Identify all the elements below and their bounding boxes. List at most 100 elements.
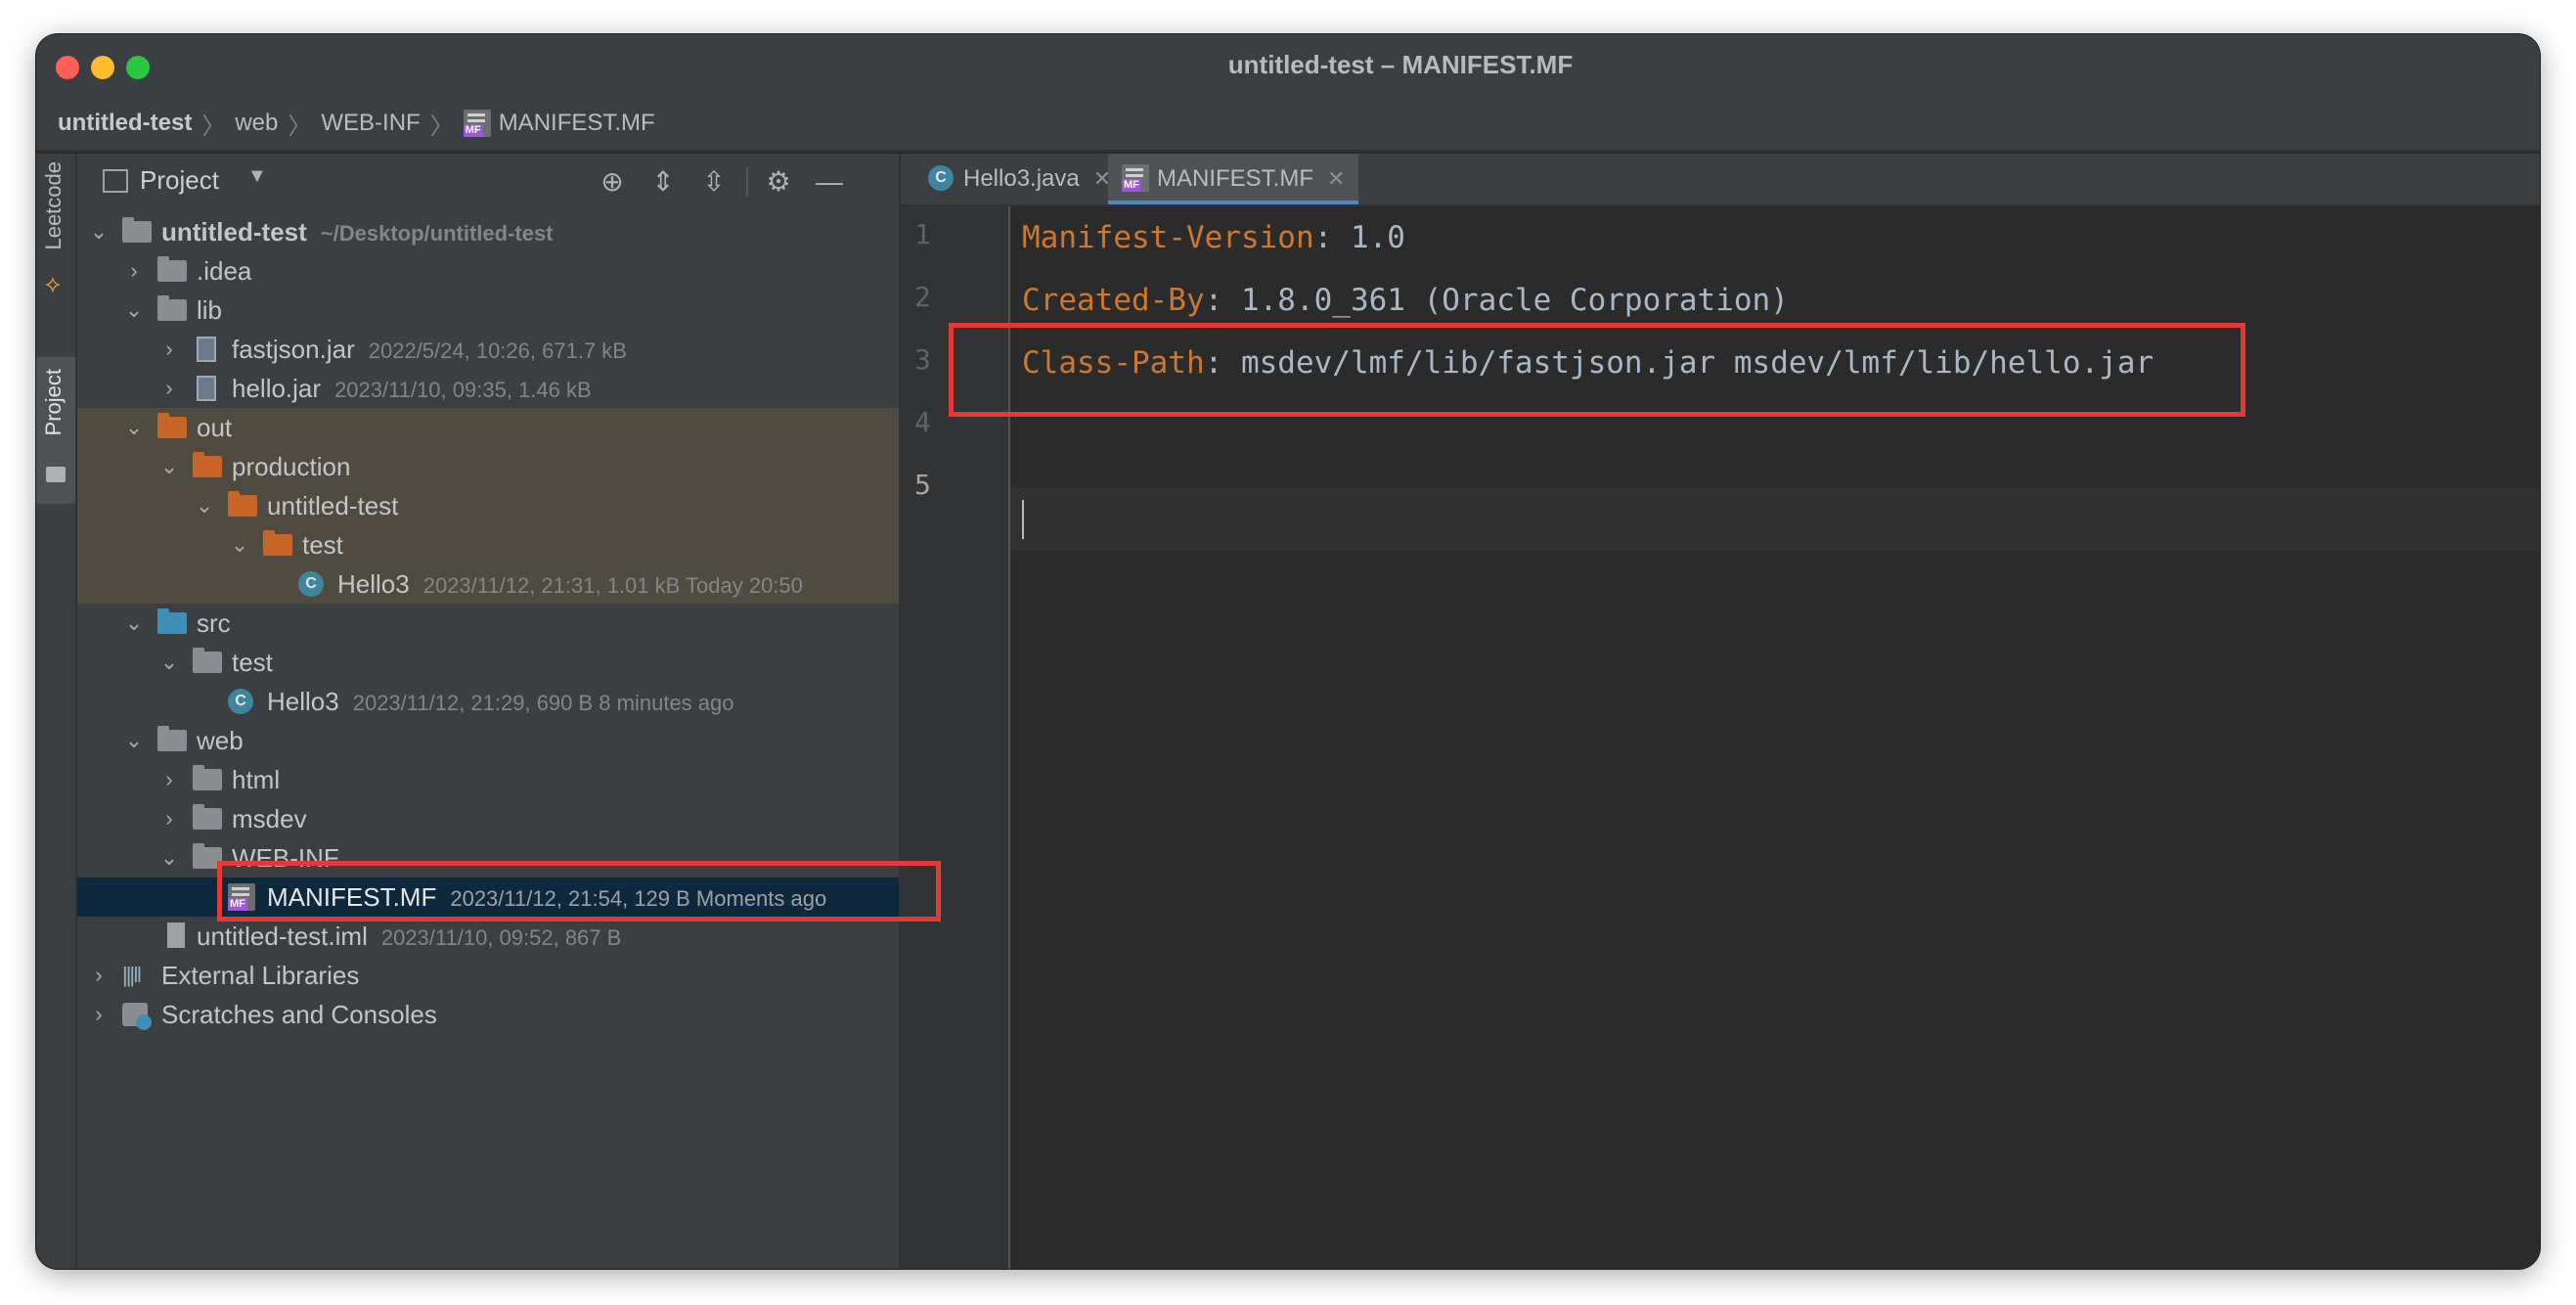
text-caret xyxy=(1022,500,1024,539)
highlight-box-class-path xyxy=(949,323,2245,417)
project-panel-header: Project ▼ ⊕ ⇕ ⇳ ⚙ — xyxy=(77,154,899,210)
tree-node-src-test[interactable]: ⌄ test xyxy=(77,643,899,682)
breadcrumb-separator: 〉 xyxy=(201,112,226,140)
tree-node-out[interactable]: ⌄ out xyxy=(77,408,899,447)
breadcrumb-item-manifest[interactable]: MF MANIFEST.MF xyxy=(463,110,655,137)
tree-node-lib[interactable]: ⌄ lib xyxy=(77,291,899,330)
tree-node-hello-jar[interactable]: › hello.jar 2023/11/10, 09:35, 1.46 kB xyxy=(77,369,899,408)
tree-node-label: untitled-test.iml 2023/11/10, 09:52, 867 … xyxy=(197,917,621,958)
module-file-icon xyxy=(167,922,185,948)
libraries-icon: |||‖ xyxy=(122,963,142,987)
project-tool-button[interactable]: Project xyxy=(36,357,75,504)
breadcrumb-item-manifest-label: MANIFEST.MF xyxy=(498,110,655,136)
chevron-down-icon[interactable]: ⌄ xyxy=(193,486,216,525)
chevron-right-icon[interactable]: › xyxy=(87,995,111,1034)
tab-label: MANIFEST.MF xyxy=(1157,165,1313,192)
excluded-folder-icon xyxy=(193,452,222,477)
project-tool-label: Project xyxy=(41,369,66,436)
code-line-2[interactable]: Created-By: 1.8.0_361 (Oracle Corporatio… xyxy=(1022,283,1789,318)
tree-node-src[interactable]: ⌄ src xyxy=(77,604,899,643)
tree-node-msdev[interactable]: › msdev xyxy=(77,799,899,838)
chevron-down-icon[interactable]: ⌄ xyxy=(122,721,146,760)
collapse-all-icon[interactable]: ⇳ xyxy=(699,167,729,197)
gear-icon[interactable]: ⚙ xyxy=(764,167,793,197)
tree-node-meta: 2023/11/12, 21:29, 690 B 8 minutes ago xyxy=(352,691,734,715)
tree-node-name: Scratches and Consoles xyxy=(161,1000,437,1029)
chevron-down-icon[interactable]: ⌄ xyxy=(122,604,146,643)
locate-file-icon[interactable]: ⊕ xyxy=(598,167,627,197)
tree-node-name: test xyxy=(232,648,273,677)
chevron-down-icon[interactable]: ▼ xyxy=(247,165,267,188)
breadcrumb: untitled-test 〉 web 〉 WEB-INF 〉 MF MANIF… xyxy=(36,97,2540,152)
tab-label: Hello3.java xyxy=(963,165,1080,192)
breadcrumb-item-project[interactable]: untitled-test xyxy=(58,110,192,137)
module-folder-icon xyxy=(122,217,152,243)
breadcrumb-separator: 〉 xyxy=(288,112,312,140)
chevron-right-icon[interactable]: › xyxy=(87,956,111,995)
chevron-down-icon[interactable]: ⌄ xyxy=(157,838,181,878)
tree-node-name: Hello3 xyxy=(267,687,339,716)
chevron-right-icon[interactable]: › xyxy=(157,369,181,408)
tree-node-web[interactable]: ⌄ web xyxy=(77,721,899,760)
folder-icon xyxy=(157,295,187,321)
tree-node-name: Hello3 xyxy=(337,569,410,599)
chevron-down-icon[interactable]: ⌄ xyxy=(228,525,251,564)
tree-node-out-test[interactable]: ⌄ test xyxy=(77,525,899,564)
tree-node-meta: 2022/5/24, 10:26, 671.7 kB xyxy=(368,338,627,363)
tree-node-name: production xyxy=(232,452,351,481)
manifest-value: : 1.8.0_361 (Oracle Corporation) xyxy=(1204,283,1789,318)
tree-node-out-untitled-test[interactable]: ⌄ untitled-test xyxy=(77,486,899,525)
tree-node-label: Hello3 2023/11/12, 21:29, 690 B 8 minutes… xyxy=(267,682,734,723)
line-number: 3 xyxy=(914,343,931,376)
tab-hello3-java[interactable]: C Hello3.java ✕ xyxy=(914,154,1125,204)
close-tab-icon[interactable]: ✕ xyxy=(1327,166,1345,191)
project-view-title[interactable]: Project xyxy=(140,165,219,196)
excluded-folder-icon xyxy=(228,491,257,517)
chevron-right-icon[interactable]: › xyxy=(122,251,146,291)
expand-all-icon[interactable]: ⇕ xyxy=(648,167,678,197)
tree-node-name: untitled-test xyxy=(161,217,307,247)
tree-node-src-hello3[interactable]: C Hello3 2023/11/12, 21:29, 690 B 8 minut… xyxy=(77,682,899,721)
tree-node-name: fastjson.jar xyxy=(232,335,355,364)
window-title: untitled-test – MANIFEST.MF xyxy=(1227,50,1574,79)
manifest-key: Manifest-Version xyxy=(1022,220,1314,255)
tree-node-html[interactable]: › html xyxy=(77,760,899,799)
leetcode-icon: ⟡ xyxy=(45,271,61,297)
tree-node-out-hello3[interactable]: C Hello3 2023/11/12, 21:31, 1.01 kB Today… xyxy=(77,564,899,604)
tree-node-name: web xyxy=(197,726,244,755)
current-line-highlight xyxy=(1010,488,2540,551)
project-view-icon xyxy=(103,169,128,193)
chevron-right-icon[interactable]: › xyxy=(157,799,181,838)
tree-node-iml[interactable]: untitled-test.iml 2023/11/10, 09:52, 867 … xyxy=(77,917,899,956)
tree-node-untitled-test[interactable]: ⌄ untitled-test ~/Desktop/untitled-test xyxy=(77,212,899,251)
source-folder-icon xyxy=(157,608,187,634)
tab-manifest-mf[interactable]: MF MANIFEST.MF ✕ xyxy=(1108,154,1359,204)
tree-node-external-libraries[interactable]: › |||‖ External Libraries xyxy=(77,956,899,995)
tree-node-fastjson-jar[interactable]: › fastjson.jar 2022/5/24, 10:26, 671.7 kB xyxy=(77,330,899,369)
leetcode-tool-button[interactable]: Leetcode ⟡ xyxy=(36,161,75,298)
chevron-down-icon[interactable]: ⌄ xyxy=(157,643,181,682)
tree-node-name: untitled-test xyxy=(267,491,399,520)
code-line-1[interactable]: Manifest-Version: 1.0 xyxy=(1022,220,1405,255)
tree-node-idea[interactable]: › .idea xyxy=(77,251,899,291)
chevron-right-icon[interactable]: › xyxy=(157,330,181,369)
tree-node-scratches[interactable]: › Scratches and Consoles xyxy=(77,995,899,1034)
chevron-down-icon[interactable]: ⌄ xyxy=(122,291,146,330)
tree-node-production[interactable]: ⌄ production xyxy=(77,447,899,486)
manifest-value: : 1.0 xyxy=(1313,220,1405,255)
chevron-down-icon[interactable]: ⌄ xyxy=(87,212,111,251)
tree-node-meta: 2023/11/12, 21:31, 1.01 kB Today 20:50 xyxy=(422,573,803,598)
breadcrumb-item-web[interactable]: web xyxy=(235,110,278,137)
excluded-folder-icon xyxy=(263,530,292,556)
tree-node-name: html xyxy=(232,765,281,794)
package-icon xyxy=(193,648,222,673)
hide-panel-icon[interactable]: — xyxy=(815,167,844,197)
chevron-down-icon[interactable]: ⌄ xyxy=(157,447,181,486)
chevron-down-icon[interactable]: ⌄ xyxy=(122,408,146,447)
title-bar: untitled-test – MANIFEST.MF xyxy=(36,34,2540,97)
manifest-file-icon: MF xyxy=(1122,163,1149,192)
clock-icon xyxy=(136,1014,152,1030)
chevron-right-icon[interactable]: › xyxy=(157,760,181,799)
leetcode-tool-label: Leetcode xyxy=(41,161,66,250)
breadcrumb-item-web-inf[interactable]: WEB-INF xyxy=(321,110,420,137)
